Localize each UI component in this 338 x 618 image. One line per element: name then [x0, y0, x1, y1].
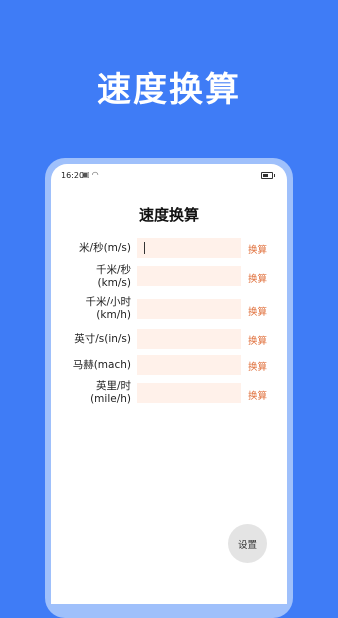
promo-headline: 速度换算 — [97, 70, 241, 110]
value-input-kmh[interactable] — [137, 299, 241, 319]
convert-button-kmps[interactable]: 换算 — [248, 271, 267, 285]
convert-button-kmh[interactable]: 换算 — [248, 304, 267, 318]
wifi-icon: ◠ — [91, 170, 101, 179]
convert-button-ips[interactable]: 换算 — [248, 333, 267, 347]
value-input-kmps[interactable] — [137, 266, 241, 286]
unit-label-line2: (km/h) — [96, 309, 131, 321]
page-title: 速度换算 — [138, 206, 199, 224]
unit-label: 千米/秒 (km/s) — [51, 264, 131, 290]
unit-label-line2: (mile/h) — [90, 393, 131, 405]
unit-label-line1: 千米/秒 — [95, 264, 131, 276]
convert-button-mph[interactable]: 换算 — [248, 388, 267, 402]
status-icons: ▣◠ — [82, 170, 101, 179]
value-input-mph[interactable] — [137, 383, 241, 403]
notification-icon: ▣ — [82, 170, 92, 179]
status-bar: 16:20 ▣◠ — [51, 164, 287, 186]
value-input-mach[interactable] — [137, 355, 241, 375]
unit-label: 马赫(mach) — [72, 359, 131, 371]
settings-button[interactable]: 设置 — [228, 524, 267, 563]
unit-label: 英里/时 (mile/h) — [51, 380, 131, 406]
unit-label-line1: 千米/小时 — [85, 296, 131, 308]
text-caret — [144, 242, 145, 254]
battery-icon — [261, 172, 275, 179]
phone-screen: 16:20 ▣◠ 速度换算 米/秒(m/s) 换算 千米/秒 (km/s) 换算… — [51, 164, 287, 604]
unit-label: 千米/小时 (km/h) — [51, 296, 131, 322]
unit-label-line2: (km/s) — [97, 277, 131, 289]
status-time: 16:20 — [61, 171, 85, 180]
value-input-mps[interactable] — [137, 238, 241, 258]
convert-button-mps[interactable]: 换算 — [248, 242, 267, 256]
value-input-ips[interactable] — [137, 329, 241, 349]
convert-button-mach[interactable]: 换算 — [248, 359, 267, 373]
unit-label: 米/秒(m/s) — [79, 242, 131, 254]
unit-label-line1: 英里/时 — [95, 380, 131, 392]
unit-label: 英寸/s(in/s) — [74, 333, 131, 345]
